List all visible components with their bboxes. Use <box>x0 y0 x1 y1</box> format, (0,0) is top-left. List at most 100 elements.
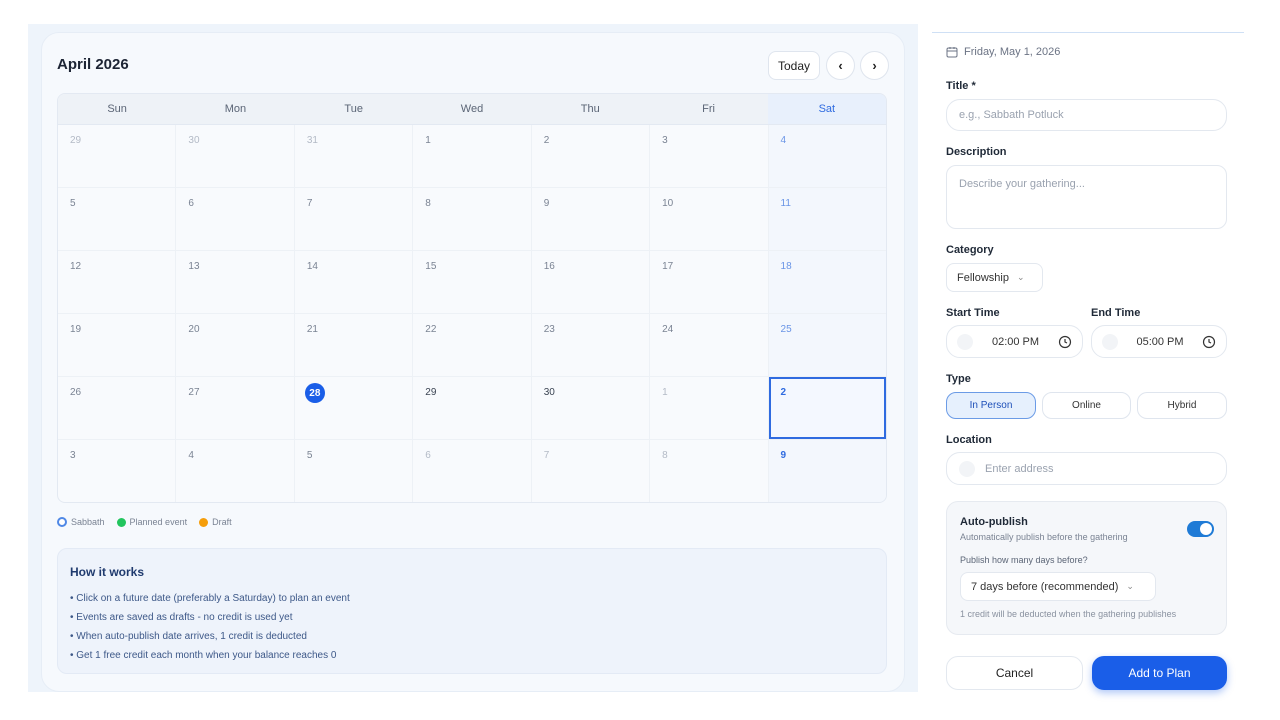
end-time-value: 05:00 PM <box>1136 335 1184 348</box>
auto-publish-toggle[interactable] <box>1187 521 1214 537</box>
type-online-button[interactable]: Online <box>1042 392 1131 419</box>
clock-icon[interactable] <box>1202 335 1216 349</box>
add-to-plan-button[interactable]: Add to Plan <box>1092 656 1227 690</box>
day-cell[interactable]: 5 <box>295 440 414 502</box>
today-button[interactable]: Today <box>768 51 820 80</box>
day-cell-today[interactable]: 28 <box>295 377 414 439</box>
day-cell[interactable]: 26 <box>58 377 177 439</box>
day-cell[interactable]: 17 <box>650 251 769 313</box>
how-item: • Get 1 free credit each month when your… <box>70 650 337 661</box>
toggle-knob <box>1200 523 1212 535</box>
day-cell[interactable]: 24 <box>650 314 769 376</box>
week-row: 3 4 5 6 7 8 9 <box>58 440 886 502</box>
day-cell[interactable]: 29 <box>58 125 177 187</box>
day-cell-saturday[interactable]: 4 <box>768 125 886 187</box>
calendar-icon <box>946 47 958 58</box>
type-label: Type <box>946 373 971 385</box>
weekday-fri: Fri <box>702 103 715 115</box>
day-cell[interactable]: 21 <box>295 314 414 376</box>
prev-month-button[interactable]: ‹ <box>826 51 855 80</box>
title-input[interactable]: e.g., Sabbath Potluck <box>946 99 1227 131</box>
description-label: Description <box>946 146 1007 158</box>
publish-days-select[interactable]: 7 days before (recommended) ⌄ <box>960 572 1156 601</box>
chevron-right-icon: › <box>872 58 877 73</box>
type-in-person-button[interactable]: In Person <box>946 392 1036 419</box>
page: April 2026 Today ‹ › Sun Mon Tue Wed Thu… <box>0 0 1280 720</box>
how-item: • When auto-publish date arrives, 1 cred… <box>70 631 307 642</box>
day-cell[interactable]: 1 <box>413 125 532 187</box>
day-cell-saturday[interactable]: 11 <box>768 188 886 250</box>
month-title: April 2026 <box>57 56 129 73</box>
placeholder-dot-icon <box>957 333 973 350</box>
chevron-down-icon: ⌄ <box>1126 581 1134 591</box>
day-cell[interactable]: 22 <box>413 314 532 376</box>
week-row: 5 6 7 8 9 10 11 <box>58 188 886 251</box>
day-cell[interactable]: 16 <box>532 251 651 313</box>
day-cell[interactable]: 29 <box>413 377 532 439</box>
day-cell[interactable]: 4 <box>176 440 295 502</box>
type-hybrid-button[interactable]: Hybrid <box>1137 392 1227 419</box>
day-cell[interactable]: 6 <box>176 188 295 250</box>
sabbath-ring-icon <box>57 517 67 527</box>
day-cell[interactable]: 12 <box>58 251 177 313</box>
week-row: 26 27 28 29 30 1 2 <box>58 377 886 440</box>
day-cell[interactable]: 6 <box>413 440 532 502</box>
week-row: 19 20 21 22 23 24 25 <box>58 314 886 377</box>
day-cell-saturday[interactable]: 18 <box>768 251 886 313</box>
legend-draft-label: Draft <box>212 517 232 527</box>
location-pin-icon <box>959 460 975 477</box>
day-cell[interactable]: 7 <box>532 440 651 502</box>
start-time-input[interactable]: 02:00 PM <box>946 325 1083 358</box>
week-row: 12 13 14 15 16 17 18 <box>58 251 886 314</box>
day-cell[interactable]: 9 <box>532 188 651 250</box>
description-textarea[interactable]: Describe your gathering... <box>946 165 1227 229</box>
day-cell[interactable]: 20 <box>176 314 295 376</box>
today-badge: 28 <box>304 383 325 403</box>
day-cell[interactable]: 19 <box>58 314 177 376</box>
credit-note: 1 credit will be deducted when the gathe… <box>960 609 1177 619</box>
day-cell[interactable]: 23 <box>532 314 651 376</box>
day-cell[interactable]: 2 <box>532 125 651 187</box>
legend-sabbath-label: Sabbath <box>71 517 105 527</box>
day-cell[interactable]: 31 <box>295 125 414 187</box>
day-cell[interactable]: 3 <box>650 125 769 187</box>
day-cell[interactable]: 15 <box>413 251 532 313</box>
day-cell[interactable]: 8 <box>413 188 532 250</box>
publish-days-label: Publish how many days before? <box>960 555 1088 565</box>
day-cell[interactable]: 13 <box>176 251 295 313</box>
end-time-label: End Time <box>1091 307 1141 319</box>
day-cell[interactable]: 30 <box>532 377 651 439</box>
day-cell[interactable]: 8 <box>650 440 769 502</box>
day-cell[interactable]: 10 <box>650 188 769 250</box>
day-cell[interactable]: 14 <box>295 251 414 313</box>
auto-publish-title: Auto-publish <box>960 516 1028 528</box>
day-cell-saturday[interactable]: 25 <box>768 314 886 376</box>
location-label: Location <box>946 434 992 446</box>
day-cell-selected[interactable]: 2 <box>768 377 886 439</box>
category-select[interactable]: Fellowship ⌄ <box>946 263 1043 292</box>
day-cell[interactable]: 3 <box>58 440 177 502</box>
calendar-legend: Sabbath Planned event Draft <box>57 517 232 527</box>
cancel-button[interactable]: Cancel <box>946 656 1083 690</box>
how-it-works-list: • Click on a future date (preferably a S… <box>70 589 874 665</box>
next-month-button[interactable]: › <box>860 51 889 80</box>
clock-icon[interactable] <box>1058 335 1072 349</box>
end-time-input[interactable]: 05:00 PM <box>1091 325 1227 358</box>
category-value: Fellowship <box>957 271 1009 284</box>
day-cell[interactable]: 27 <box>176 377 295 439</box>
day-cell[interactable]: 5 <box>58 188 177 250</box>
legend-draft: Draft <box>199 517 232 527</box>
legend-planned-label: Planned event <box>129 517 188 527</box>
day-cell[interactable]: 7 <box>295 188 414 250</box>
how-item: • Events are saved as drafts - no credit… <box>70 612 293 623</box>
selected-date: Friday, May 1, 2026 <box>946 46 1060 58</box>
day-cell[interactable]: 1 <box>650 377 769 439</box>
location-placeholder: Enter address <box>985 462 1054 475</box>
category-label: Category <box>946 244 994 256</box>
title-label: Title * <box>946 80 976 92</box>
weekday-header: Sun Mon Tue Wed Thu Fri Sat <box>58 94 886 125</box>
day-cell-saturday[interactable]: 9 <box>768 440 886 502</box>
day-cell[interactable]: 30 <box>176 125 295 187</box>
location-input[interactable]: Enter address <box>946 452 1227 485</box>
calendar-grid: Sun Mon Tue Wed Thu Fri Sat 29 30 31 1 2… <box>57 93 887 503</box>
